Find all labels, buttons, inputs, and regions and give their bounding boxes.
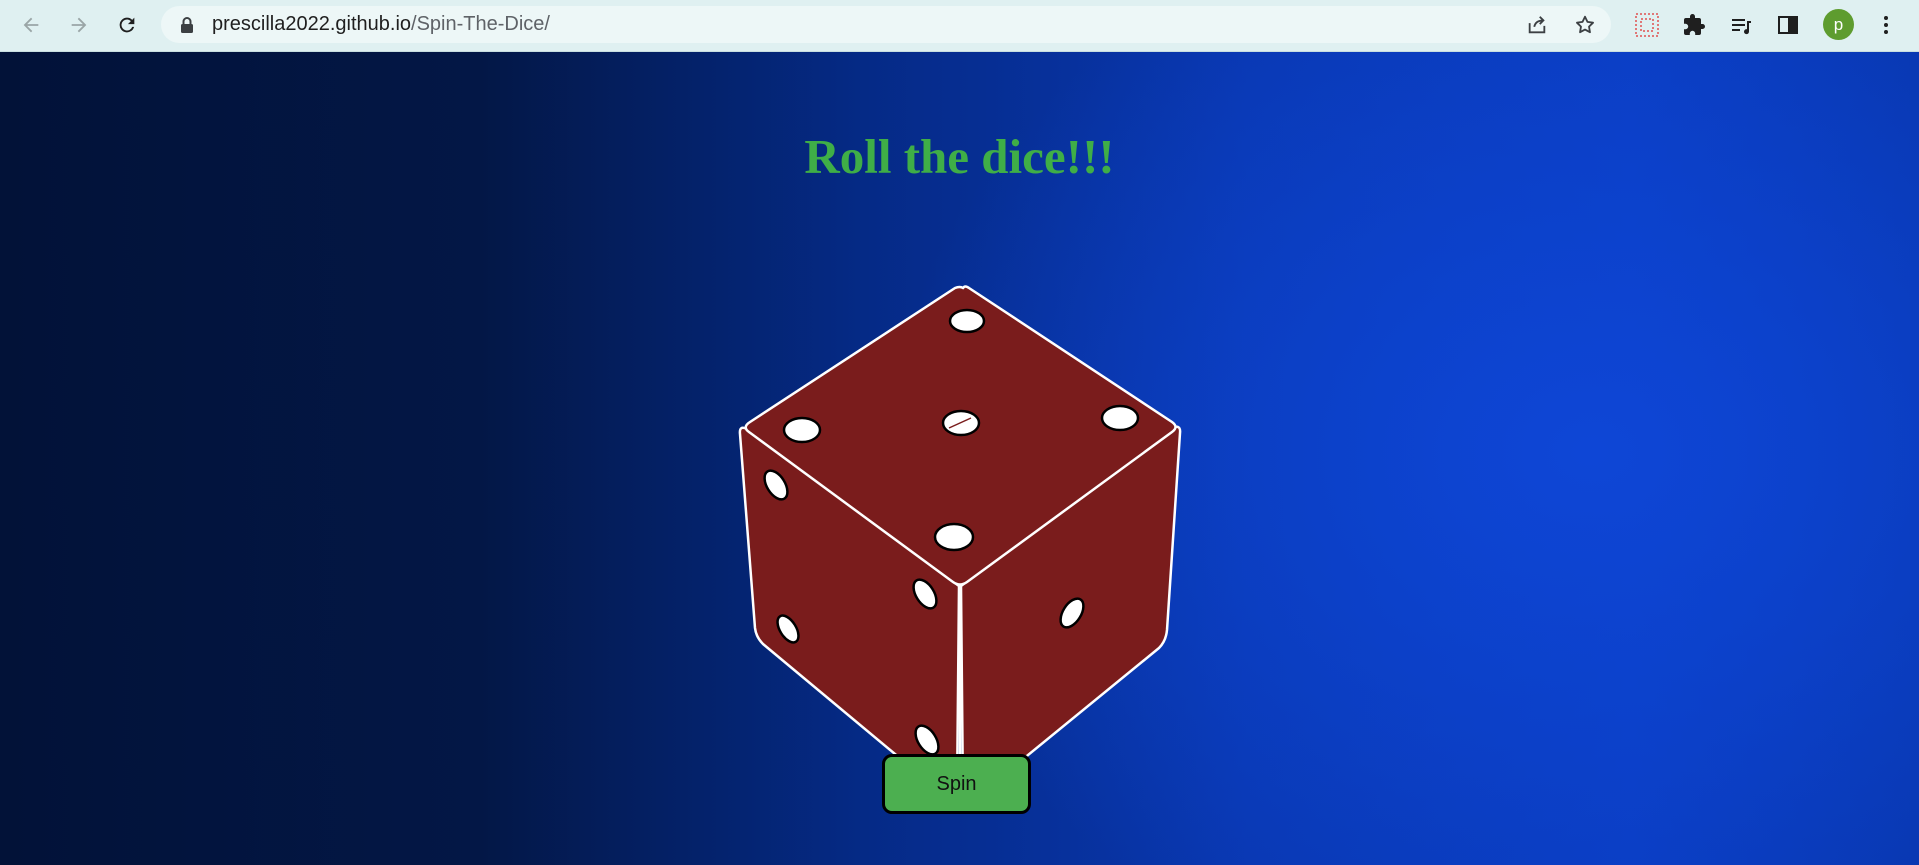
pip <box>948 308 986 334</box>
puzzle-piece-icon[interactable] <box>1680 11 1708 39</box>
spin-button[interactable]: Spin <box>882 754 1031 814</box>
pip <box>1100 404 1140 432</box>
address-bar[interactable]: prescilla2022.github.io/Spin-The-Dice/ <box>161 6 1611 43</box>
share-icon[interactable] <box>1524 12 1550 38</box>
lock-icon <box>174 12 200 38</box>
game-page: Roll the dice!!! Spin <box>0 52 1919 865</box>
url-domain: prescilla2022.github.io <box>212 13 412 35</box>
pip <box>933 522 975 552</box>
url-text: prescilla2022.github.io/Spin-The-Dice/ <box>212 13 550 36</box>
arrow-right-icon <box>71 17 87 33</box>
dotted-grid-icon[interactable] <box>1633 11 1661 39</box>
side-panel-icon[interactable] <box>1774 11 1802 39</box>
kebab-menu-icon[interactable] <box>1872 11 1900 39</box>
reload-icon <box>119 17 135 33</box>
profile-avatar[interactable]: p <box>1823 9 1854 40</box>
forward-button[interactable] <box>64 10 94 40</box>
page-title: Roll the dice!!! <box>804 129 1115 184</box>
pip <box>782 416 822 444</box>
reload-button[interactable] <box>112 10 142 40</box>
star-icon[interactable] <box>1572 12 1598 38</box>
back-button[interactable] <box>16 10 46 40</box>
arrow-left-icon <box>23 17 39 33</box>
browser-toolbar: prescilla2022.github.io/Spin-The-Dice/ p <box>0 0 1919 52</box>
playlist-icon[interactable] <box>1727 11 1755 39</box>
dice-cube[interactable] <box>735 232 1195 812</box>
url-path: /Spin-The-Dice/ <box>411 13 550 35</box>
